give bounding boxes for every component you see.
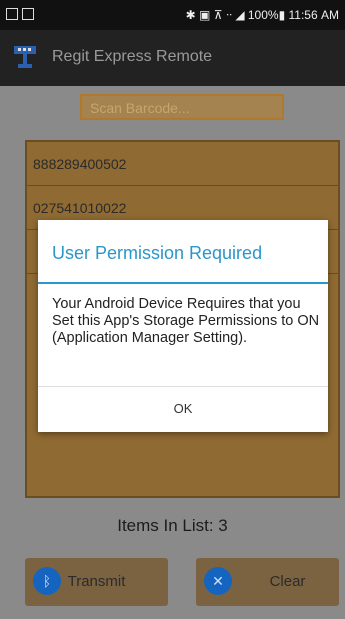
notification-icon (22, 8, 34, 20)
dialog-divider (38, 282, 328, 284)
notification-icons (6, 8, 34, 20)
permission-dialog: User Permission Required Your Android De… (38, 220, 328, 432)
close-icon: ✕ (204, 567, 232, 595)
dialog-title: User Permission Required (52, 243, 263, 263)
ok-button[interactable]: OK (38, 386, 328, 432)
items-count: Items In List: 3 (117, 516, 228, 535)
scan-barcode-input[interactable]: Scan Barcode... (80, 94, 284, 120)
app-bar: Regit Express Remote (0, 30, 345, 86)
transmit-label: Transmit (67, 573, 126, 590)
clear-label: Clear (269, 573, 306, 590)
antenna-icon (14, 46, 36, 68)
transmit-button[interactable]: ᛒ Transmit (25, 558, 168, 606)
status-text: ✱ ▣ ⊼ ᐧᐧ ◢ 100%▮ 11:56 AM (185, 8, 339, 22)
dialog-message: Your Android Device Requires that you Se… (52, 296, 320, 346)
clear-button[interactable]: ✕ Clear (196, 558, 339, 606)
list-item[interactable]: 888289400502 (27, 142, 338, 186)
status-bar: ✱ ▣ ⊼ ᐧᐧ ◢ 100%▮ 11:56 AM (0, 0, 345, 30)
app-title: Regit Express Remote (52, 48, 213, 65)
notification-icon (6, 8, 18, 20)
